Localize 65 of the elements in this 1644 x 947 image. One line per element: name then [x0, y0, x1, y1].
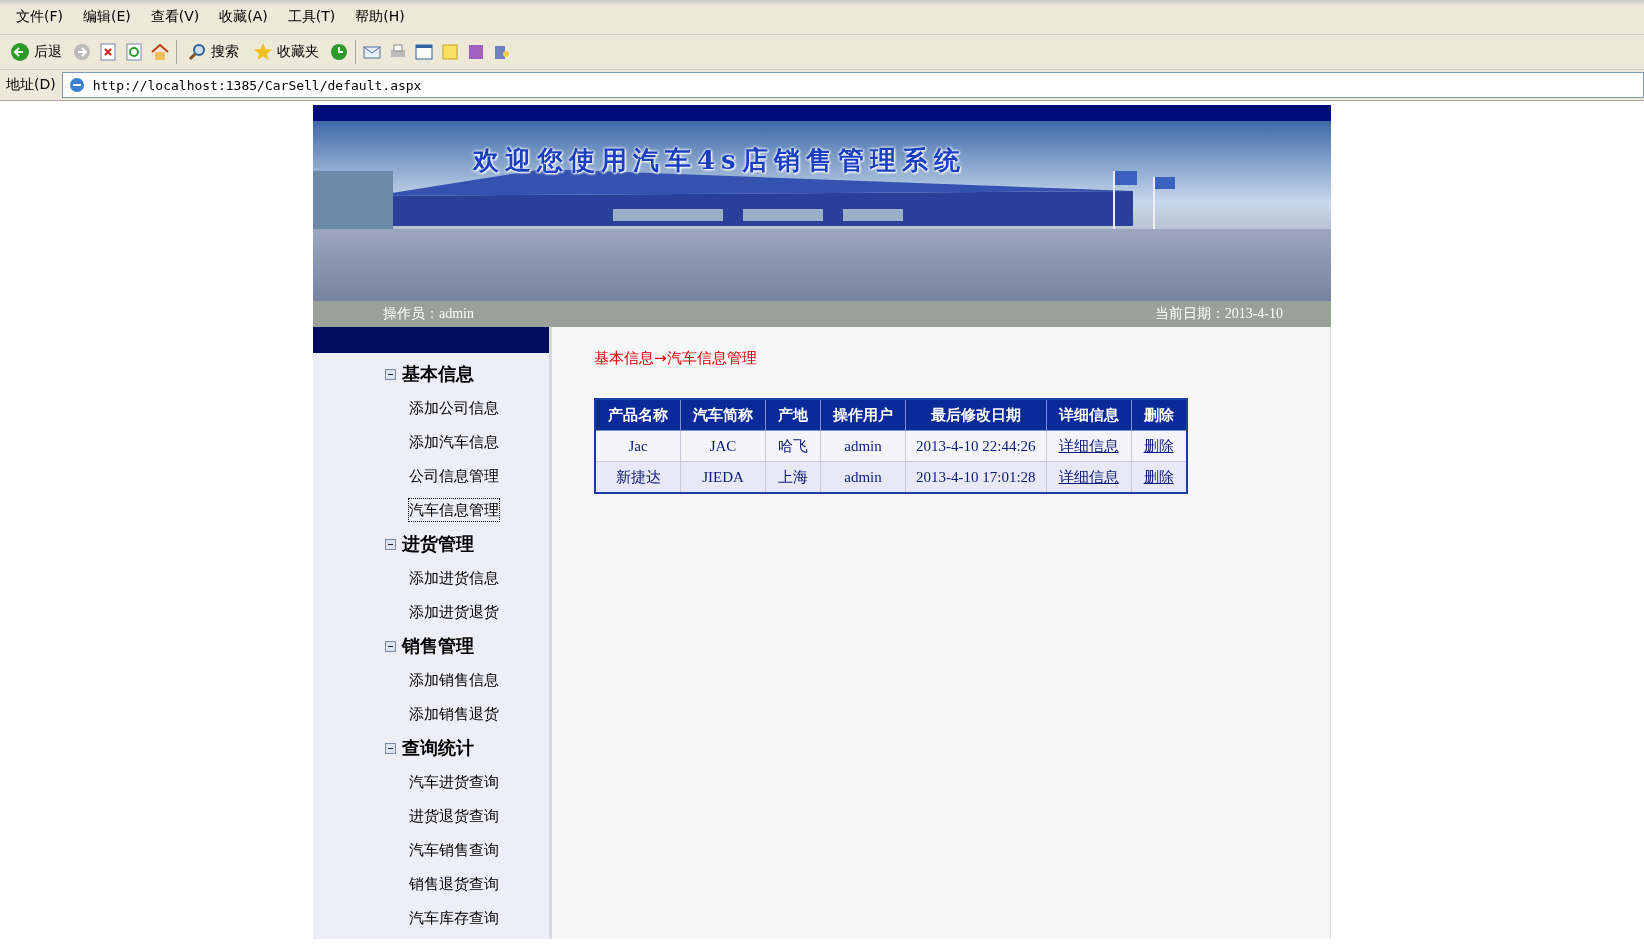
menu-item[interactable]: 收藏(A)	[211, 6, 276, 28]
address-field[interactable]: http://localhost:1385/CarSell/default.aspx	[61, 72, 1644, 98]
star-icon	[253, 42, 273, 62]
favorites-button[interactable]: 收藏夹	[249, 40, 323, 64]
sidebar-link[interactable]: 汽车信息管理	[409, 499, 499, 521]
collapse-icon[interactable]	[385, 368, 396, 380]
table-cell: admin	[820, 461, 906, 493]
table-cell: admin	[820, 430, 906, 462]
table-cell: 新捷达	[595, 461, 681, 493]
menu-item[interactable]: 编辑(E)	[75, 6, 139, 28]
column-header: 产品名称	[595, 399, 681, 431]
details-link[interactable]: 详细信息	[1058, 468, 1119, 485]
date-label: 当前日期：2013-4-10	[1154, 305, 1283, 323]
sidebar-link[interactable]: 添加进货退货	[409, 601, 499, 623]
collapse-icon[interactable]	[385, 640, 396, 652]
home-icon[interactable]	[150, 42, 170, 62]
sidebar-link[interactable]: 添加进货信息	[409, 567, 499, 589]
table-cell: Jac	[595, 430, 681, 462]
search-icon	[187, 42, 207, 62]
menu-item[interactable]: 帮助(H)	[347, 6, 413, 28]
column-header: 详细信息	[1046, 399, 1132, 431]
sidebar-link[interactable]: 添加销售退货	[409, 703, 499, 725]
sidebar-link[interactable]: 销售退货查询	[409, 873, 499, 895]
sidebar-link[interactable]: 添加销售信息	[409, 669, 499, 691]
table-cell: 哈飞	[765, 430, 821, 462]
refresh-icon[interactable]	[124, 42, 144, 62]
messenger-icon[interactable]	[466, 42, 486, 62]
table-cell: 2013-4-10 22:44:26	[905, 430, 1047, 462]
edit-icon[interactable]	[414, 42, 434, 62]
sidebar-group-title[interactable]: 查询统计	[402, 736, 474, 760]
banner-title: 欢迎您使用汽车4s店销售管理系统	[473, 144, 966, 177]
sidebar-group-title[interactable]: 进货管理	[402, 532, 474, 556]
collapse-icon[interactable]	[385, 742, 396, 754]
back-button[interactable]: 后退	[6, 40, 66, 64]
operator-label: 操作员：admin	[383, 305, 474, 323]
column-header: 删除	[1131, 399, 1187, 431]
table-cell: JIEDA	[680, 461, 766, 493]
sidebar-link[interactable]: 汽车进货查询	[409, 771, 499, 793]
menu-item[interactable]: 文件(F)	[8, 6, 71, 28]
address-label: 地址(D)	[6, 76, 56, 94]
table-cell: 2013-4-10 17:01:28	[905, 461, 1047, 493]
column-header: 操作用户	[820, 399, 906, 431]
sidebar-link[interactable]: 公司信息管理	[409, 465, 499, 487]
table-cell: JAC	[680, 430, 766, 462]
column-header: 汽车简称	[680, 399, 766, 431]
column-header: 产地	[765, 399, 821, 431]
sidebar-link[interactable]: 添加汽车信息	[409, 431, 499, 453]
collapse-icon[interactable]	[385, 538, 396, 550]
delete-link[interactable]: 删除	[1143, 468, 1174, 485]
sidebar-group-title[interactable]: 基本信息	[402, 362, 474, 386]
history-icon[interactable]	[329, 42, 349, 62]
menu-item[interactable]: 查看(V)	[142, 6, 208, 28]
sidebar-link[interactable]: 汽车销售查询	[409, 839, 499, 861]
sidebar-group-title[interactable]: 销售管理	[402, 634, 474, 658]
sidebar-link[interactable]: 添加公司信息	[409, 397, 499, 419]
table-cell: 上海	[765, 461, 821, 493]
column-header: 最后修改日期	[905, 399, 1047, 431]
stop-icon[interactable]	[98, 42, 118, 62]
search-button[interactable]: 搜索	[183, 40, 243, 64]
sidebar-link[interactable]: 汽车库存查询	[409, 907, 499, 929]
details-link[interactable]: 详细信息	[1058, 437, 1119, 454]
menu-item[interactable]: 工具(T)	[279, 6, 344, 28]
breadcrumb: 基本信息→汽车信息管理	[594, 349, 758, 368]
sidebar-link[interactable]: 进货退货查询	[409, 805, 499, 827]
delete-link[interactable]: 删除	[1143, 437, 1174, 454]
